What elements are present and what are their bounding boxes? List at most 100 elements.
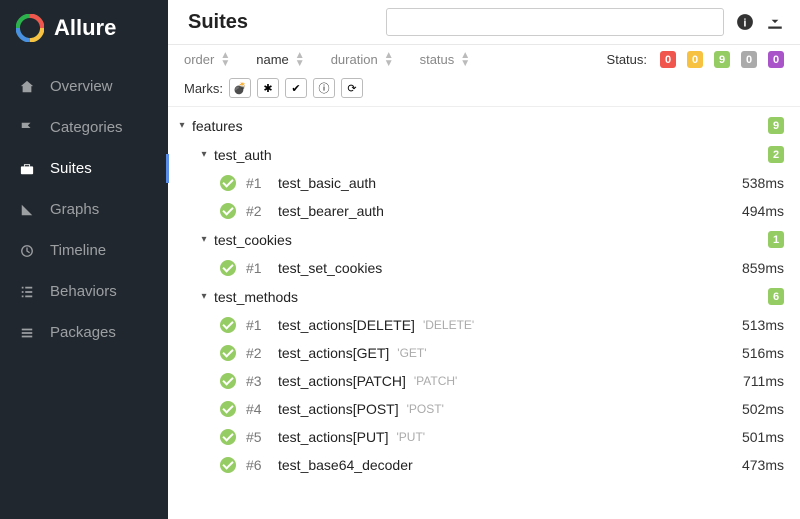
sorter-duration[interactable]: duration ▲▼ [331,52,394,68]
brand-logo-icon [16,14,44,42]
test-duration: 859ms [742,260,784,276]
test-param: 'POST' [407,402,444,416]
test-duration: 473ms [742,457,784,473]
sidebar-item-label: Behaviors [50,283,117,300]
mark-manual-button[interactable]: ⓘ [313,78,335,98]
svg-text:i: i [743,18,746,30]
status-passed-icon [220,373,236,389]
status-badge-skipped[interactable]: 0 [741,51,757,68]
sort-arrows-icon: ▲▼ [460,52,470,68]
test-tree: ▾features9▾test_auth2#1test_basic_auth53… [168,107,800,519]
briefcase-icon [18,161,36,177]
status-badge-passed[interactable]: 9 [714,51,730,68]
count-badge: 2 [768,146,784,163]
test-param: 'GET' [397,346,426,360]
sidebar-item-label: Categories [50,119,123,136]
test-name: test_actions[DELETE] [278,317,415,333]
status-passed-icon [220,260,236,276]
sidebar-item-label: Overview [50,78,113,95]
status-passed-icon [220,345,236,361]
sidebar-item-label: Timeline [50,242,106,259]
download-icon[interactable] [766,13,784,31]
mark-failed-button[interactable]: ✔ [285,78,307,98]
status-passed-icon [220,401,236,417]
page-title: Suites [184,11,248,34]
sidebar-item-behaviors[interactable]: Behaviors [0,271,168,312]
sidebar-item-suites[interactable]: Suites [0,148,168,189]
tree-row[interactable]: #6test_base64_decoder473ms [176,451,784,479]
count-badge: 9 [768,117,784,134]
test-duration: 502ms [742,401,784,417]
status-label: Status: [607,52,647,67]
test-index: #4 [246,401,268,417]
tree-row[interactable]: ▾test_methods6 [176,282,784,311]
status-passed-icon [220,317,236,333]
clock-icon [18,243,36,259]
status-badge-unknown[interactable]: 0 [768,51,784,68]
test-index: #3 [246,373,268,389]
mark-new-button[interactable]: ✱ [257,78,279,98]
sidebar-item-packages[interactable]: Packages [0,312,168,353]
sort-arrows-icon: ▲▼ [220,52,230,68]
test-duration: 494ms [742,203,784,219]
sidebar-item-label: Suites [50,160,92,177]
test-name: test_basic_auth [278,175,376,191]
info-icon[interactable]: i [736,13,754,31]
node-name: features [192,118,243,134]
mark-retries-button[interactable]: ⟳ [341,78,363,98]
sort-row: order ▲▼ name ▲▼ duration ▲▼ status ▲▼ S… [168,45,800,74]
tree-row[interactable]: #4 test_actions[POST] 'POST' 502ms [176,395,784,423]
tree-row[interactable]: #2test_bearer_auth494ms [176,197,784,225]
test-index: #2 [246,345,268,361]
status-passed-icon [220,457,236,473]
sidebar-item-graphs[interactable]: Graphs [0,189,168,230]
sorter-name[interactable]: name ▲▼ [256,52,304,68]
sorter-order[interactable]: order ▲▼ [184,52,230,68]
tree-row[interactable]: #1test_actions[DELETE]'DELETE'513ms [176,311,784,339]
mark-flaky-button[interactable]: 💣 [229,78,251,98]
count-badge: 1 [768,231,784,248]
test-index: #5 [246,429,268,445]
status-passed-icon [220,203,236,219]
node-name: test_methods [214,289,298,305]
tree-row[interactable]: ▾test_cookies1 [176,225,784,254]
sidebar-item-overview[interactable]: Overview [0,66,168,107]
sort-arrows-icon: ▲▼ [384,52,394,68]
tree-row[interactable]: #3test_actions[PATCH]'PATCH'711ms [176,367,784,395]
sorter-label: duration [331,52,378,67]
sorter-label: status [420,52,455,67]
brand-name: Allure [54,15,116,41]
sort-arrows-icon: ▲▼ [295,52,305,68]
nav: Overview Categories Suites Graphs Timeli… [0,66,168,353]
tree-row[interactable]: #2test_actions[GET]'GET'516ms [176,339,784,367]
search-input[interactable] [386,8,724,36]
node-name: test_cookies [214,232,292,248]
status-badge-failed[interactable]: 0 [660,51,676,68]
status-passed-icon [220,175,236,191]
tree-row[interactable]: ▾test_auth2 [176,140,784,169]
test-name: test_actions[GET] [278,345,389,361]
test-param: 'PATCH' [414,374,457,388]
test-name: test_set_cookies [278,260,382,276]
status-badge-broken[interactable]: 0 [687,51,703,68]
sorter-label: name [256,52,289,67]
flag-icon [18,120,36,136]
test-index: #1 [246,317,268,333]
tree-row[interactable]: #1test_basic_auth538ms [176,169,784,197]
test-duration: 501ms [742,429,784,445]
test-param: 'DELETE' [423,318,474,332]
tree-row[interactable]: #1test_set_cookies859ms [176,254,784,282]
marks-label: Marks: [184,81,223,96]
sidebar-item-label: Packages [50,324,116,341]
package-icon [18,325,36,341]
node-name: test_auth [214,147,272,163]
sidebar-item-timeline[interactable]: Timeline [0,230,168,271]
home-icon [18,79,36,95]
marks-row: Marks: 💣 ✱ ✔ ⓘ ⟳ [168,74,800,107]
sorter-status[interactable]: status ▲▼ [420,52,471,68]
tree-row[interactable]: #5test_actions[PUT]'PUT'501ms [176,423,784,451]
tree-row[interactable]: ▾features9 [176,111,784,140]
test-index: #2 [246,203,268,219]
sidebar-item-categories[interactable]: Categories [0,107,168,148]
test-name: test_actions[POST] [278,401,399,417]
